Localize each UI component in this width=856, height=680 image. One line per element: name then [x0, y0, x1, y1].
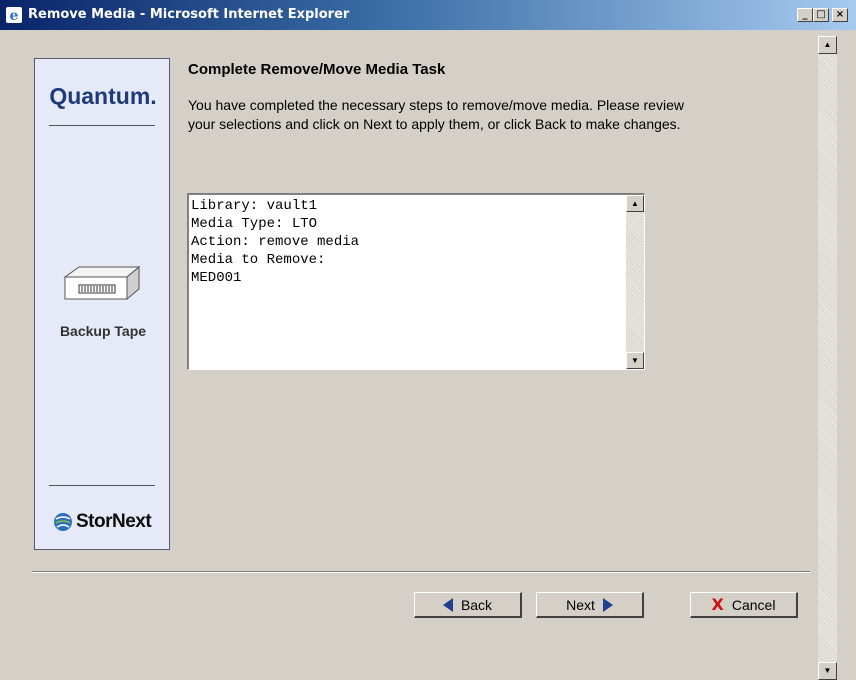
scroll-down-button[interactable]: ▼: [626, 352, 644, 369]
window-title: Remove Media - Microsoft Internet Explor…: [28, 7, 350, 22]
selection-summary-text: Library: vault1 Media Type: LTO Action: …: [191, 198, 360, 286]
page-scroll-down-button[interactable]: ▼: [818, 662, 837, 680]
media-type-label: Backup Tape: [59, 323, 147, 339]
internet-explorer-icon: e: [6, 7, 22, 23]
divider: [49, 125, 155, 126]
title-bar[interactable]: e Remove Media - Microsoft Internet Expl…: [0, 0, 856, 30]
back-arrow-icon: [442, 597, 453, 612]
stornext-wordmark: StorNext: [76, 511, 152, 532]
page-scrollbar[interactable]: ▲ ▼: [818, 36, 837, 680]
minimize-button[interactable]: _: [797, 8, 813, 22]
instructions-text: You have completed the necessary steps t…: [188, 97, 684, 132]
summary-scrollbar[interactable]: ▲ ▼: [626, 195, 644, 369]
selection-summary-textarea[interactable]: Library: vault1 Media Type: LTO Action: …: [187, 193, 645, 370]
backup-tape-icon: [63, 265, 141, 301]
quantum-logo: Quantum.: [49, 83, 157, 109]
cancel-x-icon: X: [711, 595, 724, 614]
stornext-globe-icon: [54, 513, 72, 531]
close-button[interactable]: ×: [832, 8, 848, 22]
back-button[interactable]: Back: [414, 592, 522, 618]
cancel-button-label: Cancel: [731, 596, 776, 613]
page-scroll-up-button[interactable]: ▲: [818, 36, 837, 54]
page-title: Complete Remove/Move Media Task: [188, 61, 446, 78]
window-frame-right: [837, 30, 856, 680]
button-separator: [32, 571, 810, 573]
cancel-button[interactable]: X Cancel: [690, 592, 798, 618]
scroll-up-button[interactable]: ▲: [626, 195, 644, 212]
next-button[interactable]: Next: [536, 592, 644, 618]
wizard-sidebar: Quantum. Backup Tape StorNext: [34, 58, 170, 550]
maximize-button[interactable]: □: [813, 8, 829, 22]
svg-text:e: e: [10, 8, 19, 23]
next-button-label: Next: [566, 596, 595, 613]
divider: [49, 485, 155, 486]
stornext-logo: StorNext: [47, 509, 167, 533]
back-button-label: Back: [460, 596, 493, 613]
next-arrow-icon: [602, 597, 613, 612]
